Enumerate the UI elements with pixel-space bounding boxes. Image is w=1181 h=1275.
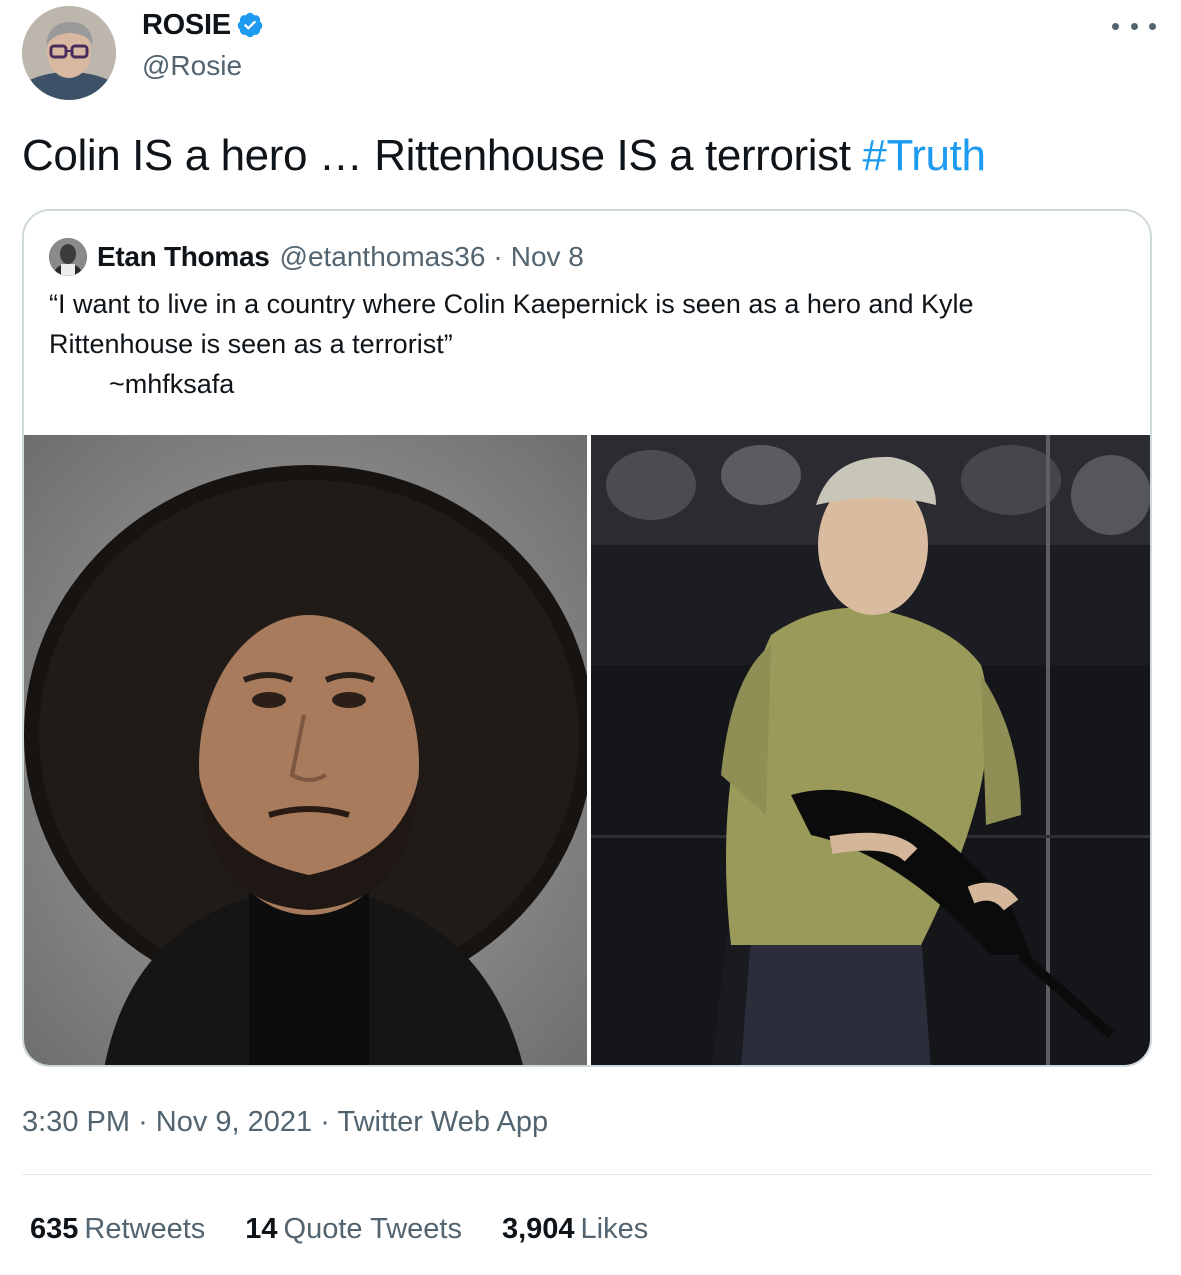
quoted-text-line: “I want to live in a country where Colin… (49, 289, 974, 319)
more-options-icon[interactable] (1112, 14, 1156, 38)
tweet-meta: 3:30 PM · Nov 9, 2021 · Twitter Web App (22, 1104, 548, 1140)
divider (22, 1174, 1153, 1175)
more-dot (1112, 22, 1119, 30)
author-name-text: ROSIE (142, 9, 231, 41)
quoted-separator: · (493, 241, 503, 272)
quote-tweets-stat[interactable]: 14 Quote Tweets (245, 1213, 462, 1246)
tweet-text: Colin IS a hero … Rittenhouse IS a terro… (22, 129, 986, 183)
retweets-label: Retweets (84, 1212, 206, 1245)
likes-count: 3,904 (501, 1212, 575, 1245)
tweet-stats: 635 Retweets 14 Quote Tweets 3,904 Likes (30, 1210, 688, 1248)
quote-tweets-label: Quote Tweets (283, 1212, 462, 1245)
meta-separator: · (320, 1106, 330, 1138)
more-dot (1149, 22, 1156, 30)
quoted-photo-portrait[interactable] (24, 435, 587, 1065)
quoted-text-line: Rittenhouse is seen as a terrorist” (49, 329, 453, 359)
author-avatar-image (22, 6, 116, 100)
quoted-author-avatar (49, 238, 87, 276)
quoted-author-name: Etan Thomas (97, 241, 270, 272)
quoted-signature: ~mhfksafa (109, 369, 235, 399)
tweet-date[interactable]: Nov 9, 2021 (156, 1106, 312, 1138)
quoted-header: Etan Thomas @etanthomas36 · Nov 8 (97, 238, 584, 276)
quoted-date: Nov 8 (510, 241, 584, 272)
likes-stat[interactable]: 3,904 Likes (502, 1213, 648, 1246)
meta-separator: · (138, 1106, 148, 1138)
verified-badge-icon (236, 11, 264, 39)
likes-label: Likes (580, 1212, 649, 1245)
retweets-stat[interactable]: 635 Retweets (30, 1213, 205, 1246)
more-dot (1130, 22, 1138, 30)
quoted-text: “I want to live in a country where Colin… (49, 284, 974, 364)
author-name[interactable]: ROSIE (142, 8, 264, 42)
quoted-photo-night-scene[interactable] (591, 435, 1150, 1065)
quoted-tweet-card[interactable]: Etan Thomas @etanthomas36 · Nov 8 “I wan… (22, 209, 1152, 1067)
portrait-image (24, 435, 587, 1065)
night-scene-image (591, 435, 1150, 1065)
quote-tweets-count: 14 (245, 1212, 278, 1245)
author-handle[interactable]: @Rosie (142, 49, 242, 83)
author-avatar[interactable] (22, 6, 116, 100)
tweet-body: Colin IS a hero … Rittenhouse IS a terro… (22, 131, 851, 180)
retweets-count: 635 (30, 1212, 79, 1245)
quoted-author-handle: @etanthomas36 (279, 241, 486, 272)
tweet-time[interactable]: 3:30 PM (22, 1106, 130, 1138)
hashtag-link[interactable]: #Truth (862, 131, 986, 180)
quoted-avatar-image (49, 238, 87, 276)
source-app-link[interactable]: Twitter Web App (337, 1106, 548, 1138)
